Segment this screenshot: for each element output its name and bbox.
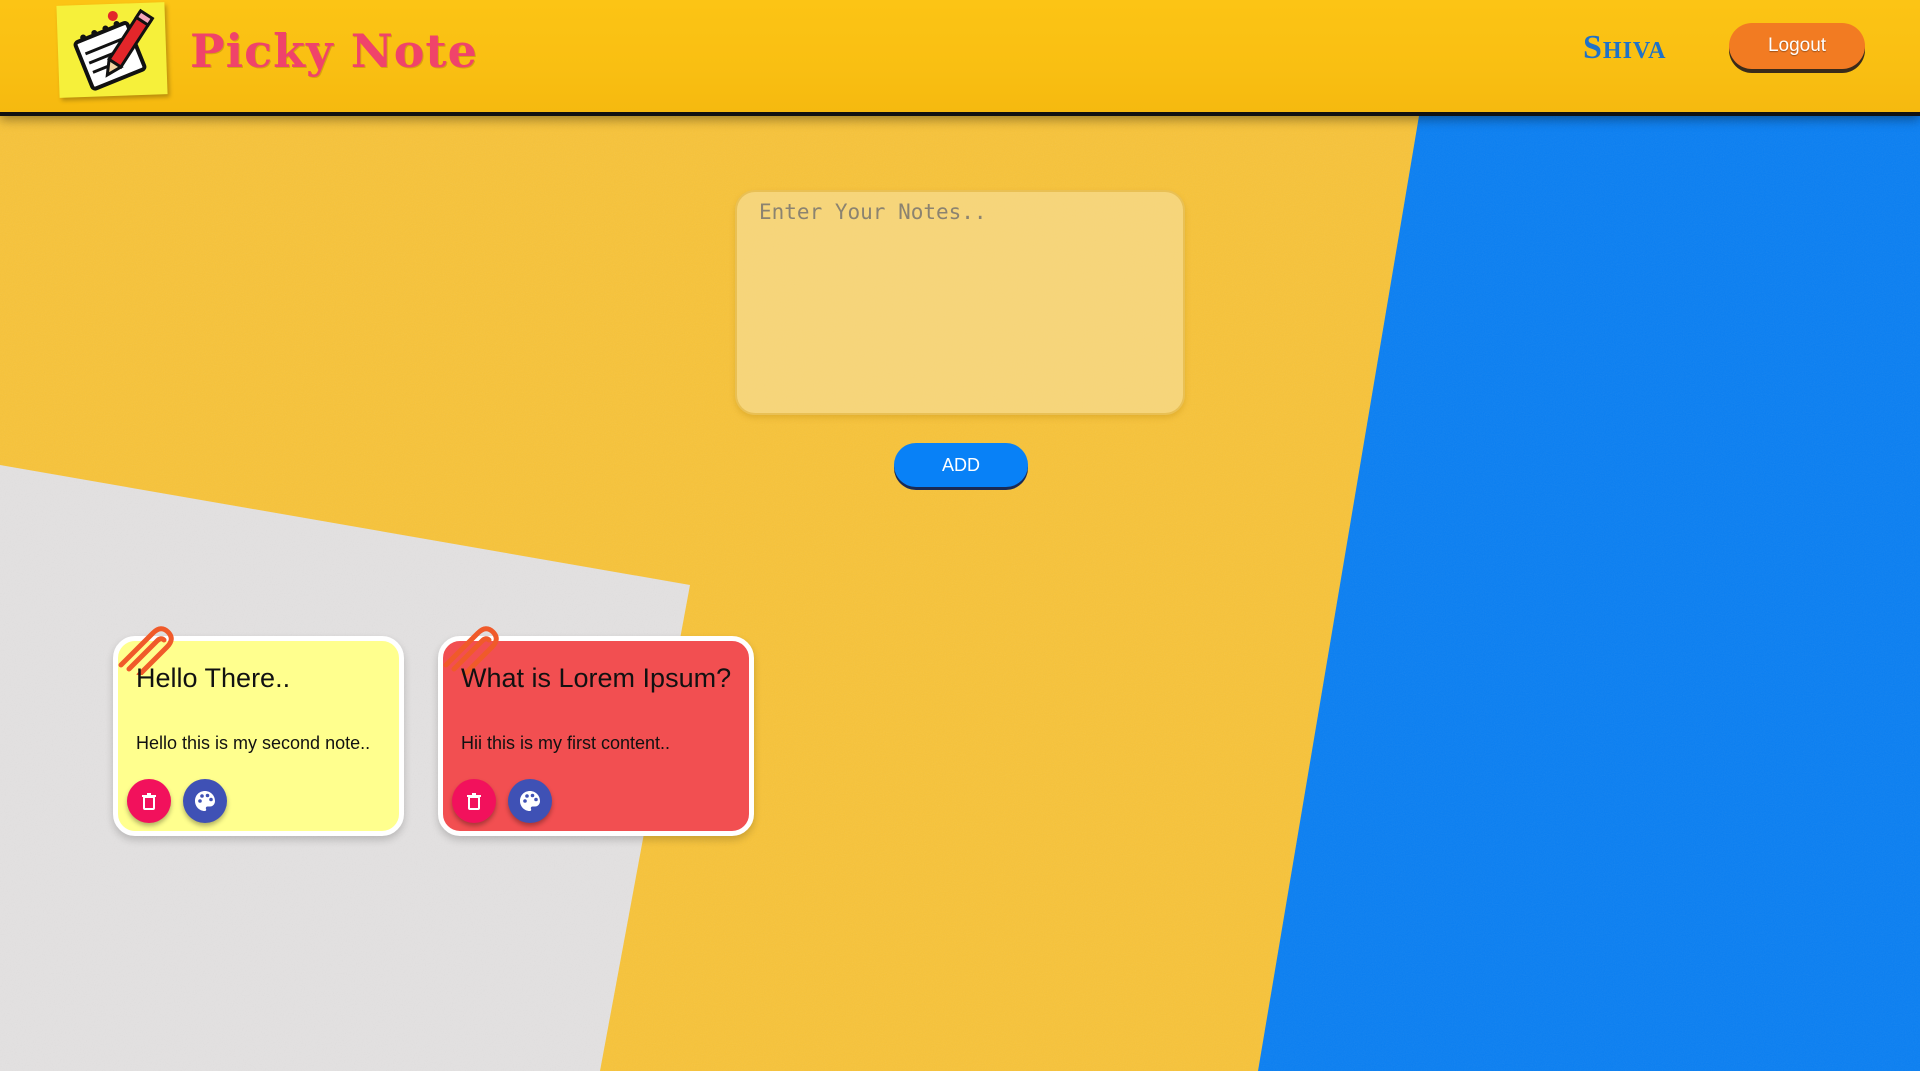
user-name: Shiva [1583, 29, 1667, 66]
note-title: Hello There.. [136, 663, 291, 693]
note-content: Hii this is my first content.. [461, 733, 671, 753]
add-note-button[interactable]: ADD [894, 443, 1028, 487]
logout-button[interactable]: Logout [1729, 23, 1865, 69]
change-color-button[interactable] [183, 779, 227, 823]
note-card: What is Lorem Ipsum? Hii this is my firs… [438, 626, 754, 836]
brand-title: Picky Note [190, 24, 478, 78]
note-title: What is Lorem Ipsum? [461, 663, 732, 693]
delete-note-button[interactable] [127, 779, 171, 823]
app-logo [56, 2, 168, 98]
notepad-pencil-icon [73, 8, 155, 91]
trash-icon [142, 793, 156, 810]
palette-icon [520, 791, 540, 811]
change-color-button[interactable] [508, 779, 552, 823]
background-paper [0, 0, 1920, 1071]
note-card: Hello There.. Hello this is my second no… [113, 626, 404, 836]
note-content: Hello this is my second note.. [136, 733, 371, 753]
trash-icon [467, 793, 481, 810]
delete-note-button[interactable] [452, 779, 496, 823]
app-header: Picky Note Shiva Logout [0, 0, 1920, 112]
note-input[interactable] [735, 190, 1185, 415]
palette-icon [195, 791, 215, 811]
